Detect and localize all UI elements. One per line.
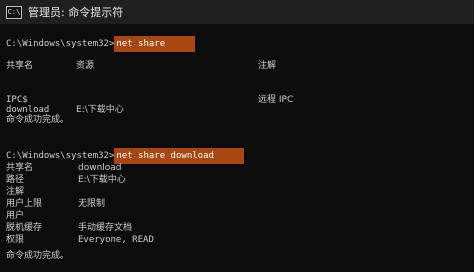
detail-key: 路径 — [6, 175, 25, 185]
column-header-remark: 注解 — [258, 61, 277, 71]
detail-key: 共享名 — [6, 163, 34, 173]
detail-row: 路径 E:\下载中心 — [6, 174, 306, 186]
table-row: download E:\下载中心 — [6, 104, 466, 116]
detail-key: 用户上限 — [6, 199, 43, 209]
detail-key: 权限 — [6, 235, 25, 245]
prompt: C:\Windows\system32> — [6, 151, 115, 161]
command-line: C:\Windows\system32> net share download — [6, 148, 244, 164]
success-message: 命令成功完成。 — [6, 251, 70, 261]
table-header: 共享名 资源 注解 — [6, 60, 466, 72]
column-header-share-name: 共享名 — [6, 61, 34, 71]
column-header-resource: 资源 — [76, 61, 95, 71]
command-line: C:\Windows\system32> net share — [6, 36, 196, 52]
detail-row: 用户上限 无限制 — [6, 198, 306, 210]
detail-row: 权限 Everyone, READ — [6, 234, 306, 246]
detail-value: E:\下载中心 — [78, 175, 126, 185]
detail-row: 共享名 download — [6, 162, 306, 174]
detail-value: Everyone, READ — [78, 235, 154, 245]
detail-key: 注解 — [6, 187, 25, 197]
prompt: C:\Windows\system32> — [6, 39, 115, 49]
console-output[interactable]: C:\Windows\system32> net share 共享名 资源 注解 … — [0, 24, 474, 272]
detail-key: 脱机缓存 — [6, 223, 43, 233]
window-title: 管理员: 命令提示符 — [28, 6, 124, 19]
share-resource: E:\下载中心 — [76, 105, 124, 115]
detail-row: 脱机缓存 手动缓存文档 — [6, 222, 306, 234]
detail-key: 用户 — [6, 211, 25, 221]
detail-value: 手动缓存文档 — [78, 223, 133, 233]
detail-row: 注解 — [6, 186, 306, 198]
detail-value: download — [78, 163, 122, 173]
success-message: 命令成功完成。 — [6, 115, 70, 125]
title-bar[interactable]: C:\ 管理员: 命令提示符 — [0, 0, 474, 24]
detail-row: 用户 — [6, 210, 306, 222]
detail-value: 无限制 — [78, 199, 106, 209]
command-prompt-icon: C:\ — [6, 5, 22, 19]
highlighted-command: net share — [114, 36, 196, 52]
